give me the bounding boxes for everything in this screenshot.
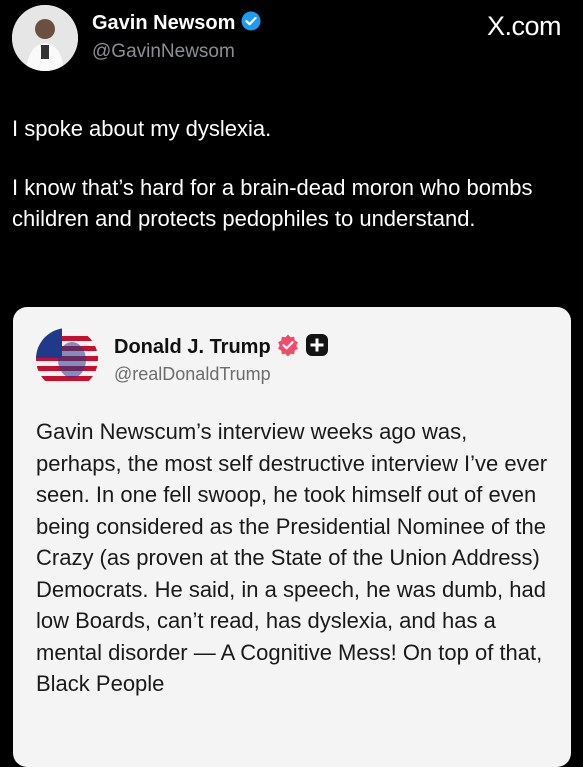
- quoted-avatar[interactable]: [36, 328, 98, 390]
- tweet-paragraph: I spoke about my dyslexia.: [12, 116, 272, 141]
- verified-badge-icon: [277, 334, 299, 361]
- quoted-author-handle[interactable]: @realDonaldTrump: [114, 364, 271, 385]
- author-name[interactable]: Gavin Newsom: [92, 12, 235, 35]
- quoted-post-text: Gavin Newscum’s interview weeks ago was,…: [36, 419, 548, 696]
- verified-badge-icon: [241, 11, 261, 36]
- quoted-author-name[interactable]: Donald J. Trump: [114, 336, 271, 359]
- tweet-paragraph: I know that’s hard for a brain-dead moro…: [12, 175, 533, 231]
- brand-logo: X.com: [486, 11, 562, 41]
- tweet-text: I spoke about my dyslexia. I know that’s…: [12, 113, 567, 262]
- author-handle[interactable]: @GavinNewsom: [92, 41, 235, 63]
- plus-badge-icon: [305, 333, 329, 362]
- avatar[interactable]: [12, 5, 78, 71]
- quoted-post[interactable]: Donald J. Trump @realDonaldTrump Gavin N…: [13, 307, 571, 767]
